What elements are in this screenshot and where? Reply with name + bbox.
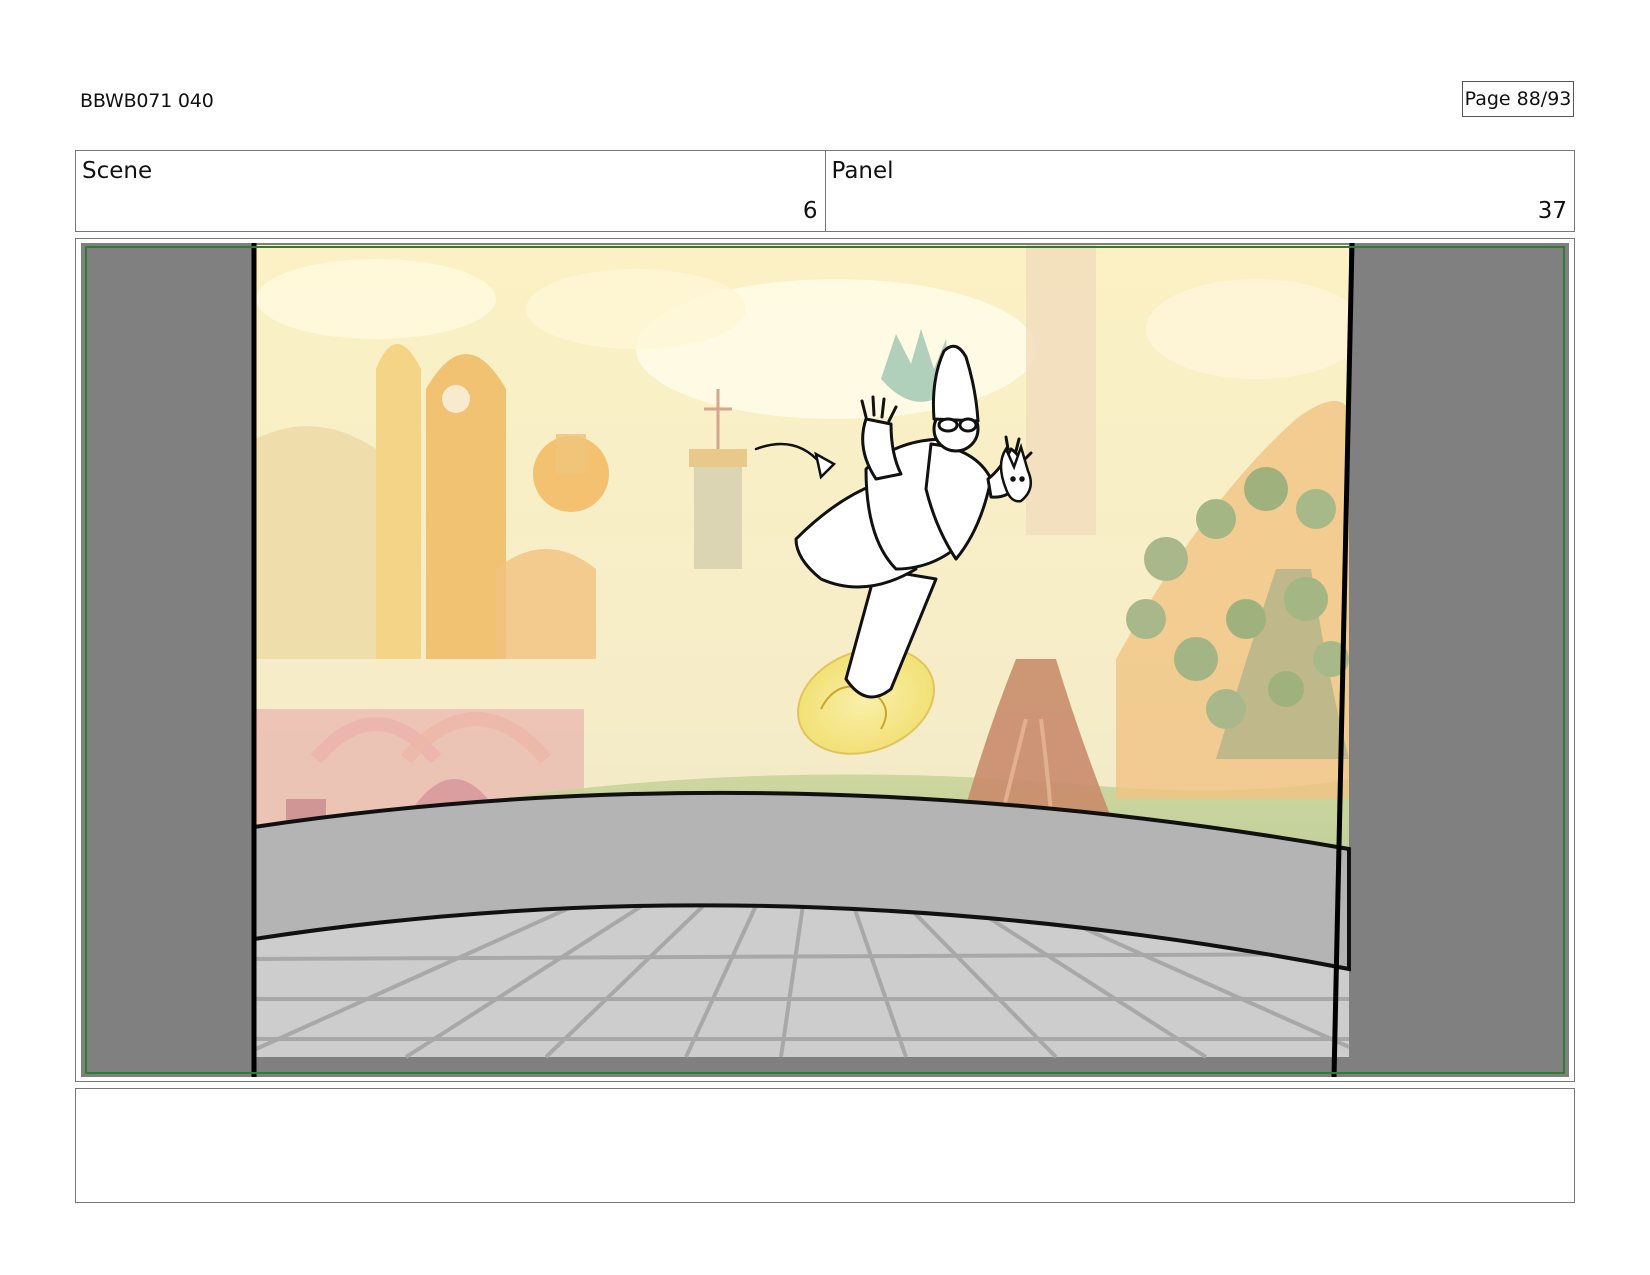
page-number-label: Page 88/93 <box>1464 88 1572 110</box>
storyboard-panel <box>75 238 1575 1082</box>
scene-number: 6 <box>802 198 818 224</box>
scene-cell: Scene 6 <box>76 151 825 231</box>
notes-box <box>75 1088 1575 1203</box>
document-id: BBWB071 040 <box>80 90 214 112</box>
panel-artwork <box>76 239 1574 1081</box>
scene-label: Scene <box>82 158 153 184</box>
panel-number: 37 <box>1537 198 1567 224</box>
page-number: Page 88/93 <box>1462 81 1574 117</box>
scene-panel-info: Scene 6 Panel 37 <box>75 150 1575 232</box>
panel-label: Panel <box>831 158 894 184</box>
panel-cell: Panel 37 <box>824 151 1575 231</box>
